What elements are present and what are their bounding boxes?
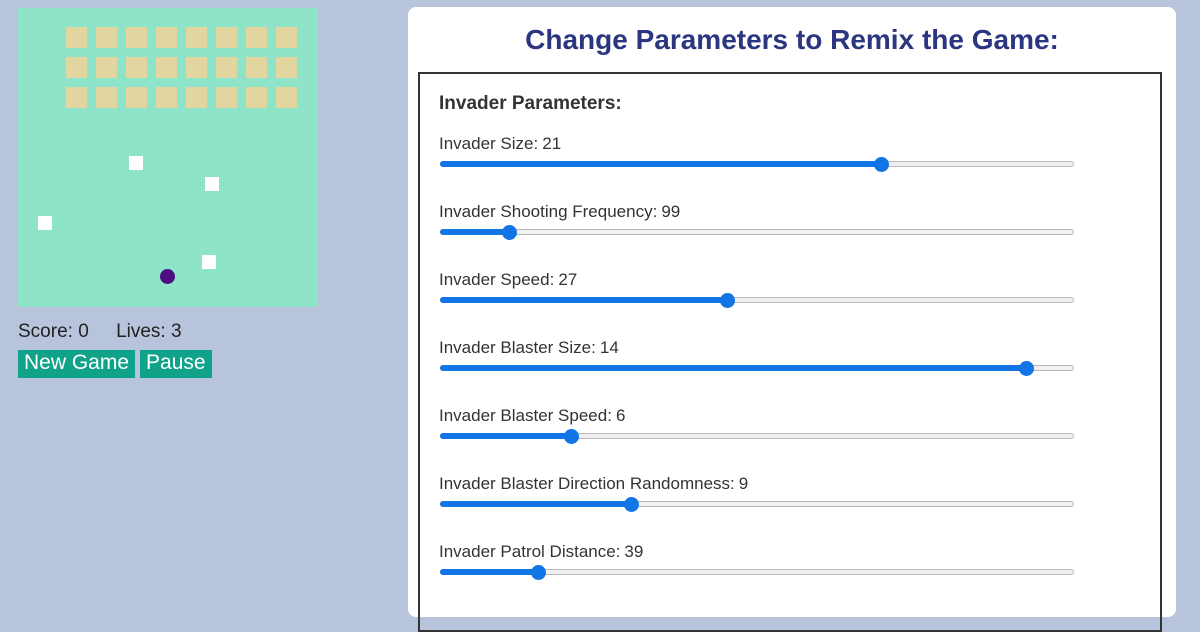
invader — [216, 87, 237, 108]
invader — [156, 87, 177, 108]
invader — [216, 57, 237, 78]
param-slider[interactable] — [440, 225, 1074, 240]
invader — [126, 57, 147, 78]
invader-parameters-box: Invader Parameters: Invader Size: 21 Invad… — [418, 72, 1162, 632]
invader — [246, 27, 267, 48]
panel-title: Change Parameters to Remix the Game: — [525, 24, 1059, 55]
invader — [156, 57, 177, 78]
param-value: 27 — [558, 270, 578, 289]
param-slider[interactable] — [440, 293, 1074, 308]
slider-fill — [440, 365, 1027, 371]
param-row: Invader Shooting Frequency: 99 — [439, 202, 1079, 252]
slider-fill — [440, 569, 539, 575]
param-label: Invader Size: 21 — [439, 134, 561, 154]
param-row: Invader Blaster Speed: 6 — [439, 406, 1079, 456]
param-row: Invader Patrol Distance: 39 — [439, 542, 1079, 592]
param-row: Invader Blaster Direction Randomness: 9 — [439, 474, 1079, 524]
param-name: Invader Blaster Direction Randomness: — [439, 474, 735, 493]
slider-thumb[interactable] — [874, 157, 889, 172]
invader — [66, 57, 87, 78]
player-ship — [160, 269, 175, 284]
param-label: Invader Patrol Distance: 39 — [439, 542, 643, 562]
param-name: Invader Patrol Distance: — [439, 542, 621, 561]
param-label: Invader Blaster Size: 14 — [439, 338, 619, 358]
game-canvas[interactable] — [18, 8, 318, 307]
param-value: 21 — [542, 134, 562, 153]
status-line: Score: 0 Lives: 3 — [18, 321, 204, 343]
param-value: 6 — [615, 406, 626, 425]
lives-display: Lives: 3 — [116, 321, 182, 342]
param-row: Invader Speed: 27 — [439, 270, 1079, 320]
invader — [246, 87, 267, 108]
param-row: Invader Size: 21 — [439, 134, 1079, 184]
param-name: Invader Size: — [439, 134, 539, 153]
param-slider[interactable] — [440, 361, 1074, 376]
param-name: Invader Blaster Speed: — [439, 406, 612, 425]
param-slider[interactable] — [440, 157, 1074, 172]
invader-blast — [205, 177, 219, 191]
invader — [246, 57, 267, 78]
score-display: Score: 0 — [18, 321, 89, 342]
new-game-button[interactable]: New Game — [18, 350, 136, 378]
slider-thumb[interactable] — [1019, 361, 1034, 376]
slider-fill — [440, 433, 572, 439]
param-label: Invader Shooting Frequency: 99 — [439, 202, 680, 222]
pause-button[interactable]: Pause — [140, 350, 212, 378]
slider-fill — [440, 501, 632, 507]
score-label: Score: — [18, 321, 73, 342]
lives-label: Lives: — [116, 321, 166, 342]
invader — [156, 27, 177, 48]
lives-value: 3 — [170, 321, 182, 342]
invader — [96, 87, 117, 108]
param-label: Invader Blaster Direction Randomness: 9 — [439, 474, 748, 494]
param-label: Invader Blaster Speed: 6 — [439, 406, 625, 426]
param-slider[interactable] — [440, 429, 1074, 444]
param-value: 39 — [624, 542, 644, 561]
slider-fill — [440, 161, 882, 167]
invader — [96, 57, 117, 78]
invader — [186, 87, 207, 108]
invader — [216, 27, 237, 48]
slider-thumb[interactable] — [502, 225, 517, 240]
invader — [186, 57, 207, 78]
invader-blast — [38, 216, 52, 230]
param-slider[interactable] — [440, 565, 1074, 580]
game-controls: New Game Pause — [18, 350, 212, 378]
param-label: Invader Speed: 27 — [439, 270, 577, 290]
parameters-panel: Change Parameters to Remix the Game: Inv… — [408, 7, 1176, 632]
slider-thumb[interactable] — [624, 497, 639, 512]
slider-fill — [440, 229, 510, 235]
invader — [276, 57, 297, 78]
invader — [96, 27, 117, 48]
invader — [276, 87, 297, 108]
invader — [186, 27, 207, 48]
param-slider[interactable] — [440, 497, 1074, 512]
slider-thumb[interactable] — [720, 293, 735, 308]
param-name: Invader Blaster Size: — [439, 338, 596, 357]
slider-thumb[interactable] — [564, 429, 579, 444]
invader — [66, 27, 87, 48]
param-value: 99 — [661, 202, 681, 221]
invader — [276, 27, 297, 48]
param-value: 9 — [738, 474, 749, 493]
param-name: Invader Speed: — [439, 270, 555, 289]
invader-blast — [129, 156, 143, 170]
score-value: 0 — [78, 321, 89, 342]
invader — [126, 27, 147, 48]
param-row: Invader Blaster Size: 14 — [439, 338, 1079, 388]
invader-blast — [202, 255, 216, 269]
slider-fill — [440, 297, 728, 303]
section-title: Invader Parameters: — [439, 93, 622, 114]
invader — [126, 87, 147, 108]
slider-thumb[interactable] — [531, 565, 546, 580]
param-name: Invader Shooting Frequency: — [439, 202, 658, 221]
invader — [66, 87, 87, 108]
param-value: 14 — [599, 338, 619, 357]
